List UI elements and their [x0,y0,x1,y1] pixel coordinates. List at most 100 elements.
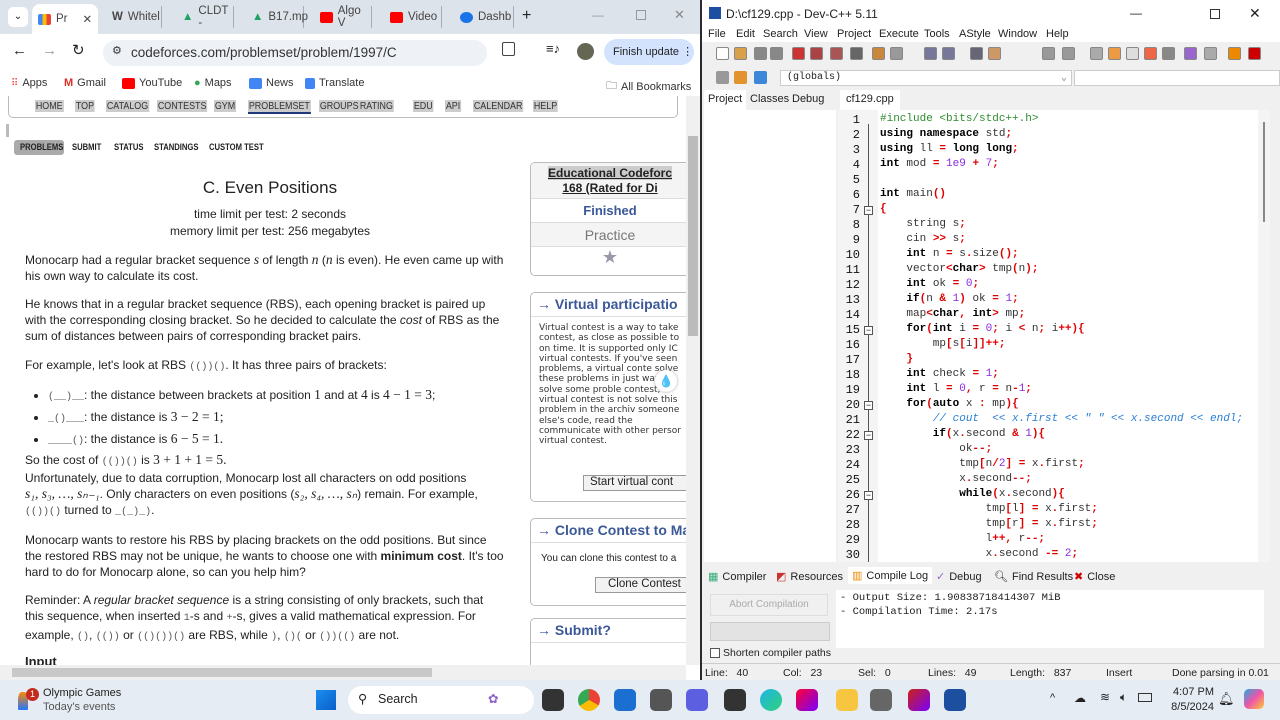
replace-icon[interactable] [942,47,955,60]
edge-icon[interactable] [760,689,782,711]
stop-icon[interactable] [1204,47,1217,60]
subnav-status[interactable]: STATUS [114,142,143,152]
find-icon[interactable] [924,47,937,60]
checkbox-icon[interactable] [710,648,720,658]
app-dark-icon[interactable] [650,689,672,711]
tab-active[interactable]: Pr ✕ [32,4,98,34]
open-icon[interactable] [734,47,747,60]
scrollbar-thumb[interactable] [1263,122,1265,222]
finish-update-button[interactable]: Finish update ⋮ [604,39,694,65]
menu-help[interactable]: Help [1046,28,1069,40]
onedrive-cloud-icon[interactable]: ☁ [1074,691,1086,705]
contest-name-link[interactable]: Educational Codeforc 168 (Rated for Di [531,163,686,199]
print-icon[interactable] [850,47,863,60]
back-icon[interactable] [1042,47,1055,60]
nav-help[interactable]: HELP [533,100,559,112]
favorite-star-icon[interactable]: ★ [531,247,686,268]
fold-toggle-icon[interactable]: − [864,326,873,335]
undo-icon[interactable] [872,47,885,60]
unity-icon[interactable] [724,689,746,711]
nav-rating[interactable]: RATING [359,100,394,112]
visual-studio-code-alt-icon[interactable] [686,689,708,711]
start-windows-icon[interactable] [316,690,336,710]
taskbar-search[interactable]: ⚲ Search ✿ [348,686,534,714]
nav-calendar[interactable]: CALENDAR [473,100,524,112]
indent-icon[interactable] [970,47,983,60]
widgets-button[interactable]: 1 [14,688,39,712]
forward-icon[interactable] [1062,47,1075,60]
subnav-standings[interactable]: STANDINGS [154,142,198,152]
compile-icon[interactable] [1108,47,1121,60]
scrollbar-thumb[interactable] [688,136,698,336]
run-icon[interactable] [1126,47,1139,60]
tab-debug-bottom[interactable]: ✓ Debug [936,570,982,584]
nav-edu[interactable]: EDU [413,100,434,112]
scope-select[interactable]: (globals) ⌄ [780,70,1072,86]
maximize-icon[interactable] [636,10,646,20]
redo-icon[interactable] [890,47,903,60]
media-icon[interactable]: ≡♪ [546,41,560,56]
notification-bell-icon[interactable]: 🔔︎ [1218,691,1235,707]
maximize-icon[interactable] [1210,9,1220,19]
close-tab-icon[interactable]: ✕ [83,12,93,26]
menu-project[interactable]: Project [837,28,871,40]
address-bar[interactable]: ⚙ codeforces.com/problemset/problem/1997/… [103,40,487,66]
menu-search[interactable]: Search [763,28,798,40]
tab-whiteboard[interactable]: W Whitel [106,6,162,28]
avatar[interactable] [577,43,594,60]
delete-profile-icon[interactable] [1248,47,1261,60]
close-window-icon[interactable]: ✕ [674,7,685,23]
file-tab[interactable]: cf129.cpp [840,90,900,110]
devcpp-icon[interactable] [944,689,966,711]
profile-icon[interactable] [1228,47,1241,60]
tab-find-results[interactable]: 🔍︎ Find Results [994,570,1073,584]
site-info-icon[interactable]: ⚙ [112,44,122,57]
save-all-icon[interactable] [770,47,783,60]
file-explorer-icon[interactable] [836,689,858,711]
close-all-icon[interactable] [810,47,823,60]
tab-compile-log[interactable]: ▥ Compile Log [848,567,933,584]
back-icon[interactable]: ← [12,42,27,59]
menu-window[interactable]: Window [998,28,1037,40]
task-view-icon[interactable] [542,689,564,711]
tab-project[interactable]: Project [704,90,747,110]
fold-toggle-icon[interactable]: − [864,206,873,215]
widget-subtitle[interactable]: Today's events [43,701,115,713]
tab-drive-2[interactable]: ▲ B17.mp [246,6,308,28]
bookmark-youtube[interactable]: YouTube [122,77,182,89]
check-syntax-icon[interactable] [1184,47,1197,60]
widget-title[interactable]: Olympic Games [43,687,121,699]
close-icon[interactable] [792,47,805,60]
nav-contests[interactable]: CONTESTS [157,100,208,112]
volume-icon[interactable]: 🔈︎ [1120,690,1127,705]
minimize-icon[interactable]: — [592,8,604,22]
clone-contest-button[interactable]: Clone Contest [595,577,686,593]
battery-icon[interactable] [1138,693,1152,702]
tab-compiler[interactable]: ▦ Compiler [708,570,766,584]
close-other-icon[interactable] [830,47,843,60]
subnav-problems[interactable]: PROBLEMS [20,142,63,152]
fold-toggle-icon[interactable]: − [864,401,873,410]
minimize-icon[interactable]: — [1130,6,1142,20]
menu-execute[interactable]: Execute [879,28,919,40]
bookmark-apps[interactable]: ⠿ Apps [11,77,47,89]
tab-search-chevron-icon[interactable]: ⌄ [8,7,28,27]
forward-icon[interactable]: → [42,42,57,59]
subnav-custom-test[interactable]: CUSTOM TEST [209,142,264,152]
bookmark-gmail[interactable]: M Gmail [64,77,106,89]
all-bookmarks[interactable]: 🗀 All Bookmarks [606,77,691,96]
tab-debug[interactable]: Debug [792,93,824,105]
function-select[interactable] [1074,70,1280,86]
menu-astyle[interactable]: AStyle [959,28,991,40]
tab-dashboard[interactable]: Dashb [454,6,514,28]
horizontal-scrollbar[interactable] [0,665,686,680]
unindent-icon[interactable] [988,47,1001,60]
rider-icon[interactable] [908,689,930,711]
menu-view[interactable]: View [804,28,828,40]
start-virtual-contest-button[interactable]: Start virtual cont [583,475,686,491]
nav-gym[interactable]: GYM [214,100,237,112]
tab-close[interactable]: ✖ Close [1074,570,1115,584]
chrome-icon[interactable] [578,689,600,711]
copilot-icon[interactable] [1244,689,1264,709]
new-file-icon[interactable] [716,47,729,60]
